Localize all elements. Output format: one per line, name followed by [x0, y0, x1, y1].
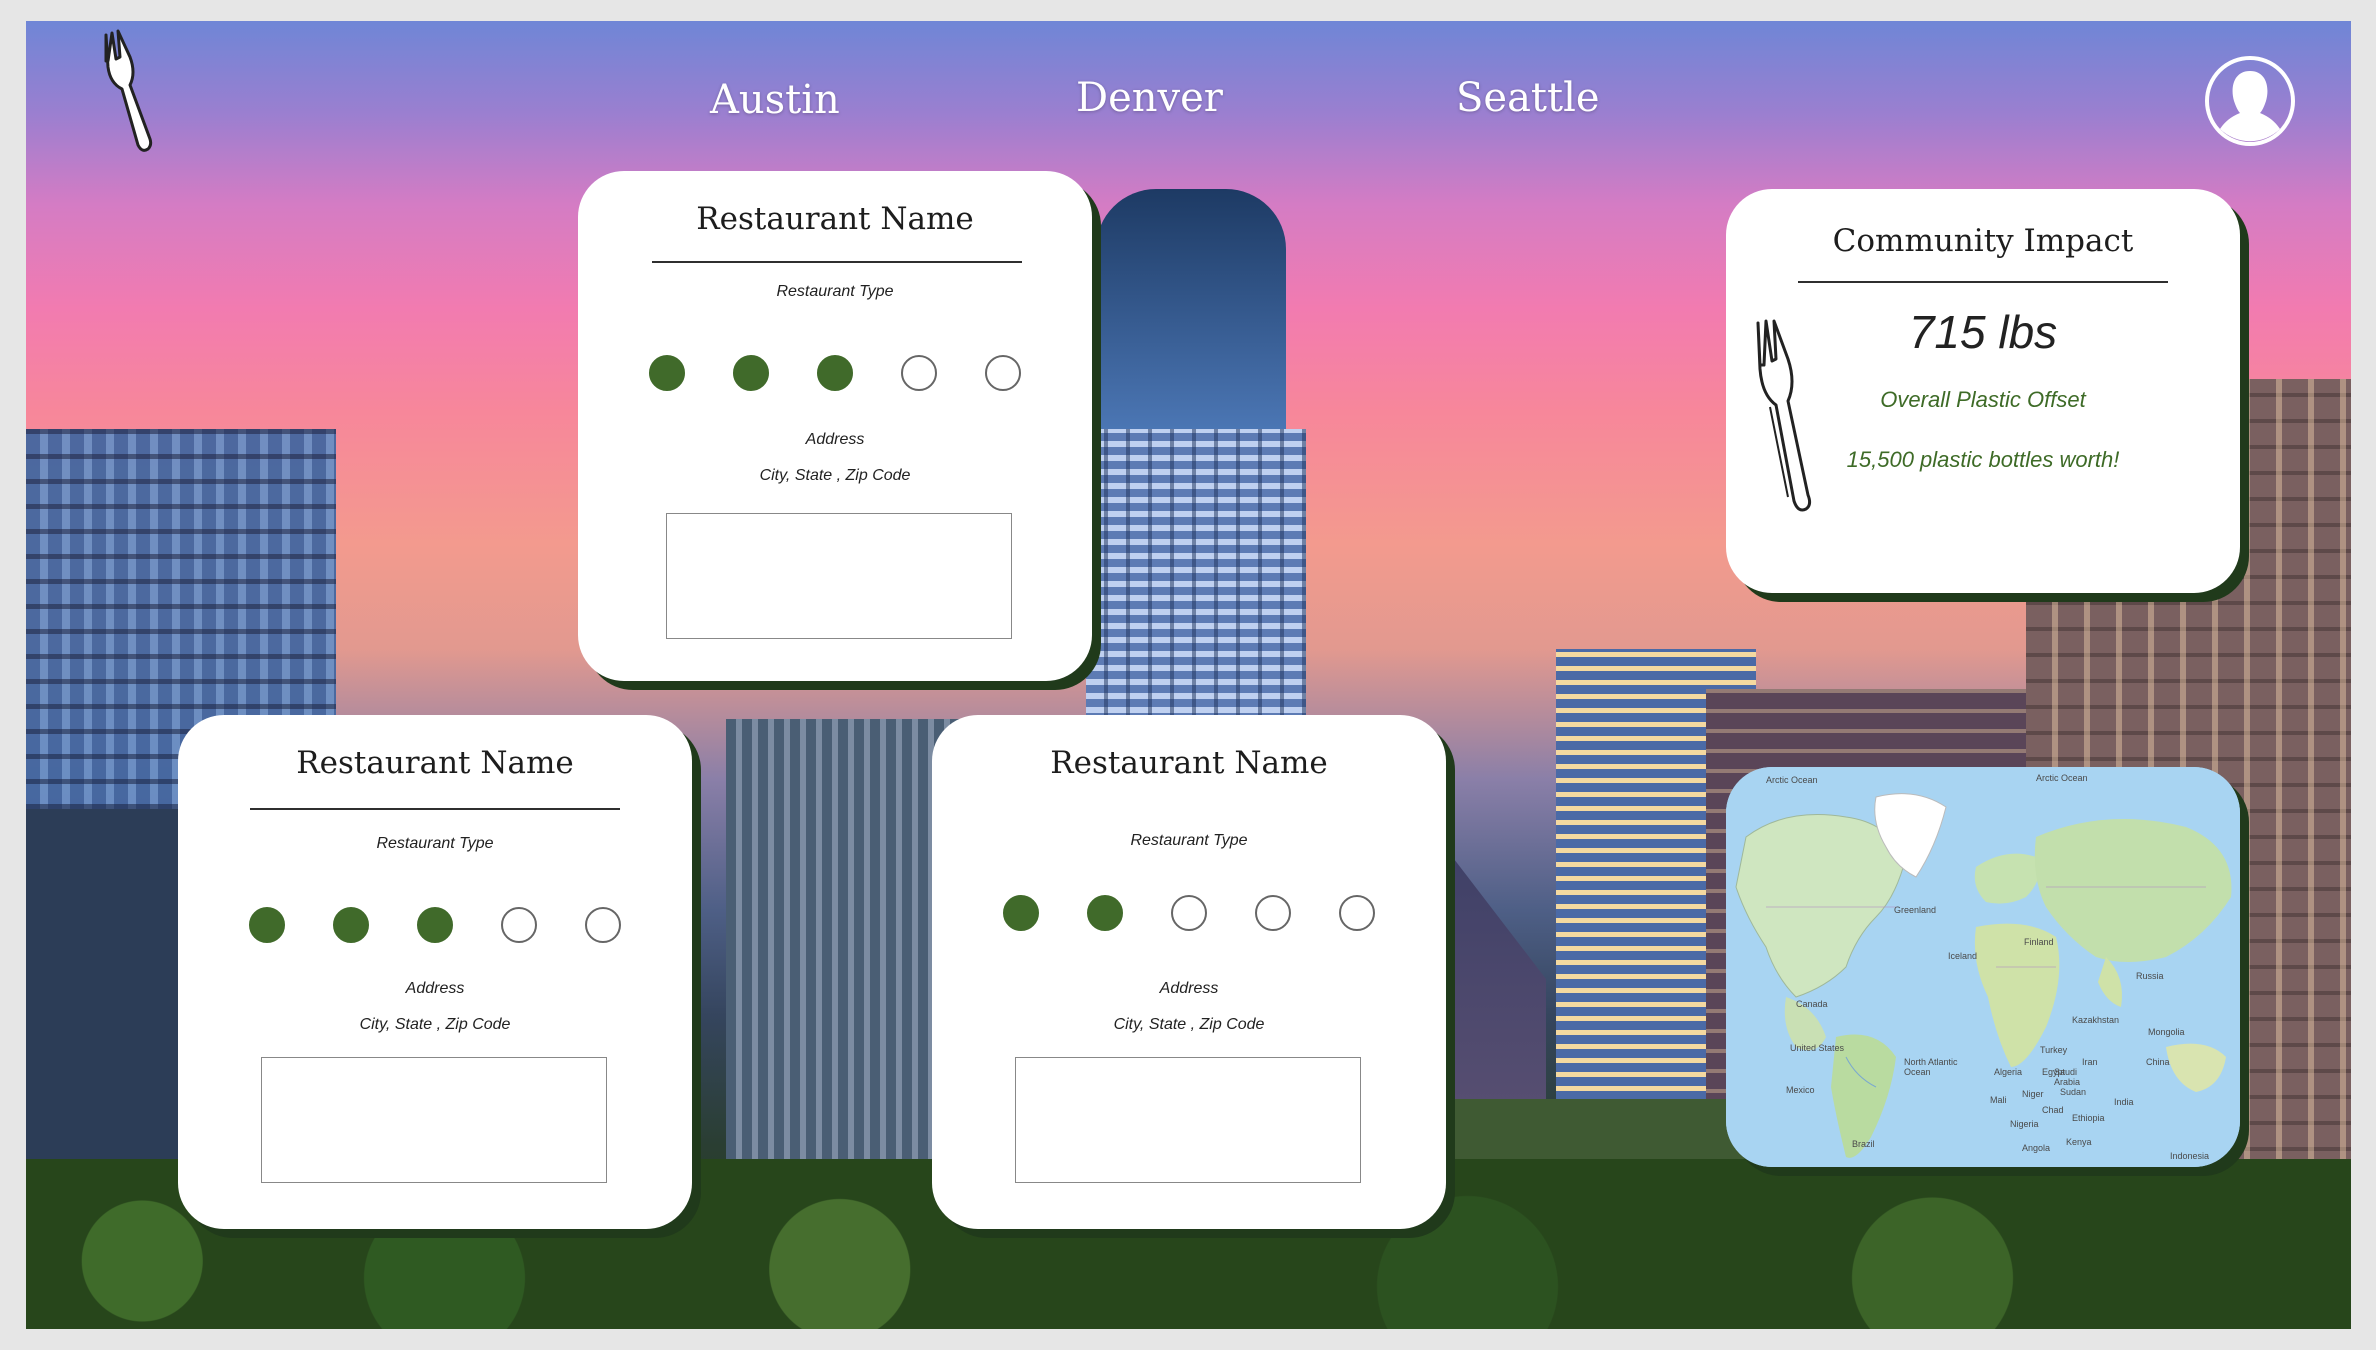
- restaurant-address: Address: [805, 431, 865, 448]
- map-label: Saudi Arabia: [2054, 1067, 2081, 1087]
- fork-icon[interactable]: [84, 27, 164, 157]
- restaurant-image-placeholder: [1015, 1057, 1361, 1183]
- impact-label: Overall Plastic Offset: [1880, 387, 2086, 412]
- rating-dot-empty: [501, 907, 537, 943]
- map-label: Mongolia: [2148, 1027, 2185, 1037]
- restaurant-image-placeholder: [666, 513, 1012, 639]
- map-label: Angola: [2022, 1143, 2051, 1153]
- map-label: United States: [1790, 1043, 1845, 1053]
- map-label: Algeria: [1994, 1067, 2023, 1077]
- map-label: Russia: [2136, 971, 2164, 981]
- rating-dots: [932, 895, 1446, 931]
- world-map[interactable]: Arctic Ocean Arctic Ocean Greenland Nort…: [1726, 767, 2240, 1167]
- map-label: Iran: [2082, 1057, 2098, 1067]
- restaurant-card[interactable]: Restaurant Name Restaurant Type Address …: [932, 715, 1446, 1229]
- restaurant-card[interactable]: Restaurant Name Restaurant Type Address …: [578, 171, 1092, 681]
- divider: [250, 808, 620, 810]
- rating-dot-filled: [733, 355, 769, 391]
- map-label: Finland: [2024, 937, 2054, 947]
- map-label: Arctic Ocean: [1766, 775, 1818, 785]
- map-label: Turkey: [2040, 1045, 2068, 1055]
- restaurant-address: Address: [1159, 980, 1219, 997]
- map-label: Kenya: [2066, 1137, 2092, 1147]
- rating-dot-empty: [985, 355, 1021, 391]
- rating-dot-filled: [817, 355, 853, 391]
- restaurant-image-placeholder: [261, 1057, 607, 1183]
- nav-link-denver[interactable]: Denver: [1076, 75, 1223, 121]
- impact-amount: 715 lbs: [1908, 306, 2058, 358]
- restaurant-name: Restaurant Name: [296, 745, 574, 781]
- rating-dot-empty: [585, 907, 621, 943]
- community-impact-card: Community Impact 715 lbs Overall Plastic…: [1726, 189, 2240, 593]
- restaurant-city-line: City, State , Zip Code: [359, 1016, 511, 1033]
- map-label: China: [2146, 1057, 2170, 1067]
- page-background: Austin Denver Seattle Restaurant Name Re…: [26, 21, 2351, 1329]
- impact-title: Community Impact: [1832, 223, 2134, 259]
- rating-dot-empty: [1255, 895, 1291, 931]
- map-label: Nigeria: [2010, 1119, 2039, 1129]
- map-label: Ethiopia: [2072, 1113, 2105, 1123]
- rating-dot-empty: [901, 355, 937, 391]
- restaurant-name: Restaurant Name: [696, 201, 974, 237]
- map-label: Kazakhstan: [2072, 1015, 2120, 1025]
- rating-dot-filled: [417, 907, 453, 943]
- map-label: Sudan: [2060, 1087, 2087, 1097]
- restaurant-address: Address: [405, 980, 465, 997]
- map-label: Mexico: [1786, 1085, 1815, 1095]
- user-avatar-icon[interactable]: [2204, 55, 2296, 147]
- rating-dot-filled: [1003, 895, 1039, 931]
- map-label: North Atlantic Ocean: [1904, 1057, 1958, 1077]
- rating-dot-filled: [649, 355, 685, 391]
- restaurant-name: Restaurant Name: [1050, 745, 1328, 781]
- nav-link-austin[interactable]: Austin: [710, 77, 840, 123]
- map-label: Greenland: [1894, 905, 1937, 915]
- map-label: India: [2114, 1097, 2134, 1107]
- rating-dot-filled: [1087, 895, 1123, 931]
- rating-dots: [178, 907, 692, 943]
- restaurant-type: Restaurant Type: [1130, 832, 1248, 849]
- restaurant-card[interactable]: Restaurant Name Restaurant Type Address …: [178, 715, 692, 1229]
- divider: [1798, 281, 2168, 283]
- map-label: Brazil: [1852, 1139, 1875, 1149]
- world-map-graphic: [1726, 767, 2240, 1167]
- map-label: Canada: [1796, 999, 1828, 1009]
- rating-dot-empty: [1171, 895, 1207, 931]
- divider: [652, 261, 1022, 263]
- rating-dot-empty: [1339, 895, 1375, 931]
- restaurant-city-line: City, State , Zip Code: [759, 467, 911, 484]
- rating-dots: [578, 355, 1092, 391]
- rating-dot-filled: [249, 907, 285, 943]
- map-label: Chad: [2042, 1105, 2064, 1115]
- map-label: Arctic Ocean: [2036, 773, 2088, 783]
- nav-link-seattle[interactable]: Seattle: [1456, 75, 1600, 121]
- map-label: Niger: [2022, 1089, 2044, 1099]
- map-label: Mali: [1990, 1095, 2007, 1105]
- map-label: Iceland: [1948, 951, 1978, 961]
- restaurant-type: Restaurant Type: [776, 283, 894, 300]
- restaurant-city-line: City, State , Zip Code: [1113, 1016, 1265, 1033]
- restaurant-type: Restaurant Type: [376, 835, 494, 852]
- impact-equivalent: 15,500 plastic bottles worth!: [1846, 447, 2120, 472]
- map-label: Indonesia: [2170, 1151, 2210, 1161]
- rating-dot-filled: [333, 907, 369, 943]
